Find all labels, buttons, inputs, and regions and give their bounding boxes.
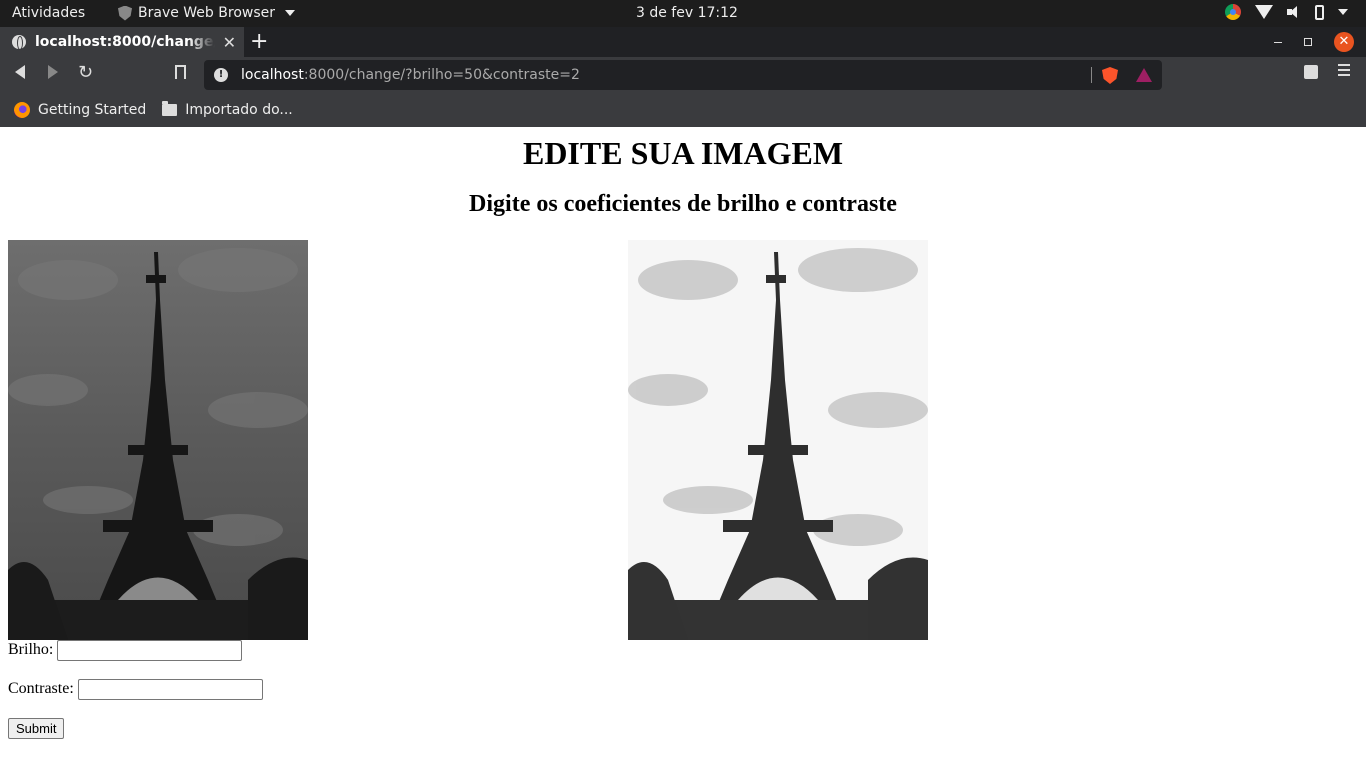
new-tab-button[interactable]: +	[250, 29, 268, 54]
address-bar[interactable]: ! localhost:8000/change/?brilho=50&contr…	[204, 60, 1162, 90]
navigation-bar: ↻ ! localhost:8000/change/?brilho=50&con…	[0, 57, 1366, 93]
battery-icon	[1315, 4, 1324, 20]
contraste-input[interactable]	[77, 678, 263, 700]
close-window-button[interactable]: ✕	[1334, 32, 1354, 52]
page-subtitle: Digite os coeficientes de brilho e contr…	[469, 191, 897, 217]
bookmark-button[interactable]	[175, 65, 186, 81]
brilho-row: Brilho:	[8, 639, 263, 661]
tab-strip: localhost:8000/change/?brilho=50&contras…	[0, 27, 1366, 57]
brilho-input[interactable]	[57, 639, 243, 661]
extensions-icon[interactable]	[1304, 65, 1318, 79]
browser-menu-icon[interactable]	[1338, 64, 1350, 79]
wifi-icon	[1255, 5, 1273, 19]
contraste-label: Contraste:	[8, 680, 74, 697]
system-tray[interactable]	[1225, 4, 1348, 20]
tab-title: localhost:8000/change/?brilho=50&contras…	[35, 34, 215, 50]
brave-icon	[118, 5, 132, 21]
clock[interactable]: 3 de fev 17:12	[636, 5, 738, 21]
bookmark-getting-started[interactable]: Getting Started	[14, 102, 146, 118]
brave-shields-icon[interactable]	[1102, 67, 1118, 84]
globe-icon	[12, 35, 26, 50]
tab-active[interactable]: localhost:8000/change/?brilho=50&contras…	[0, 27, 244, 57]
back-arrow-icon	[15, 65, 25, 79]
folder-icon	[162, 101, 178, 116]
url-path: :8000/change/?brilho=50&contraste=2	[303, 67, 580, 83]
site-info-icon[interactable]: !	[214, 68, 228, 82]
window-controls: ✕	[1274, 32, 1354, 52]
brilho-label: Brilho:	[8, 641, 54, 658]
page-content: EDITE SUA IMAGEM Digite os coeficientes …	[0, 127, 1366, 768]
tab-close-icon[interactable]: ✕	[223, 33, 236, 52]
eiffel-tower-original-image	[8, 240, 308, 640]
eiffel-tower-edited-image	[628, 240, 928, 640]
bookmark-icon	[175, 65, 186, 81]
maximize-button[interactable]	[1304, 38, 1312, 46]
reload-button[interactable]: ↻	[78, 62, 93, 83]
activities-button[interactable]: Atividades	[12, 5, 85, 21]
chrome-indicator-icon[interactable]	[1225, 4, 1241, 20]
url-text[interactable]: localhost:8000/change/?brilho=50&contras…	[241, 67, 580, 83]
back-button[interactable]	[15, 65, 25, 79]
chevron-down-icon	[285, 10, 295, 16]
contraste-row: Contraste:	[8, 678, 263, 700]
url-host: localhost	[241, 67, 304, 83]
edited-image	[628, 240, 928, 640]
browser-chrome: localhost:8000/change/?brilho=50&contras…	[0, 27, 1366, 127]
system-menu-chevron-icon	[1338, 9, 1348, 15]
system-top-bar: Atividades Brave Web Browser 3 de fev 17…	[0, 0, 1366, 27]
bookmark-label: Importado do...	[185, 102, 293, 118]
bookmark-folder-importado[interactable]: Importado do...	[162, 101, 293, 118]
volume-icon	[1287, 5, 1301, 19]
minimize-button[interactable]	[1274, 41, 1282, 43]
forward-button[interactable]	[48, 65, 58, 79]
forward-arrow-icon	[48, 65, 58, 79]
address-bar-separator	[1091, 67, 1092, 83]
bookmarks-bar: Getting Started Importado do...	[0, 93, 1366, 127]
original-image	[8, 240, 308, 640]
page-title: EDITE SUA IMAGEM	[522, 135, 844, 171]
edit-form: Brilho: Contraste: Submit	[8, 639, 263, 739]
bookmark-label: Getting Started	[38, 102, 147, 118]
firefox-icon	[14, 102, 30, 118]
app-menu-label: Brave Web Browser	[138, 5, 275, 21]
submit-button[interactable]: Submit	[8, 718, 65, 739]
brave-rewards-icon[interactable]	[1136, 68, 1152, 82]
app-menu[interactable]: Brave Web Browser	[118, 5, 295, 21]
